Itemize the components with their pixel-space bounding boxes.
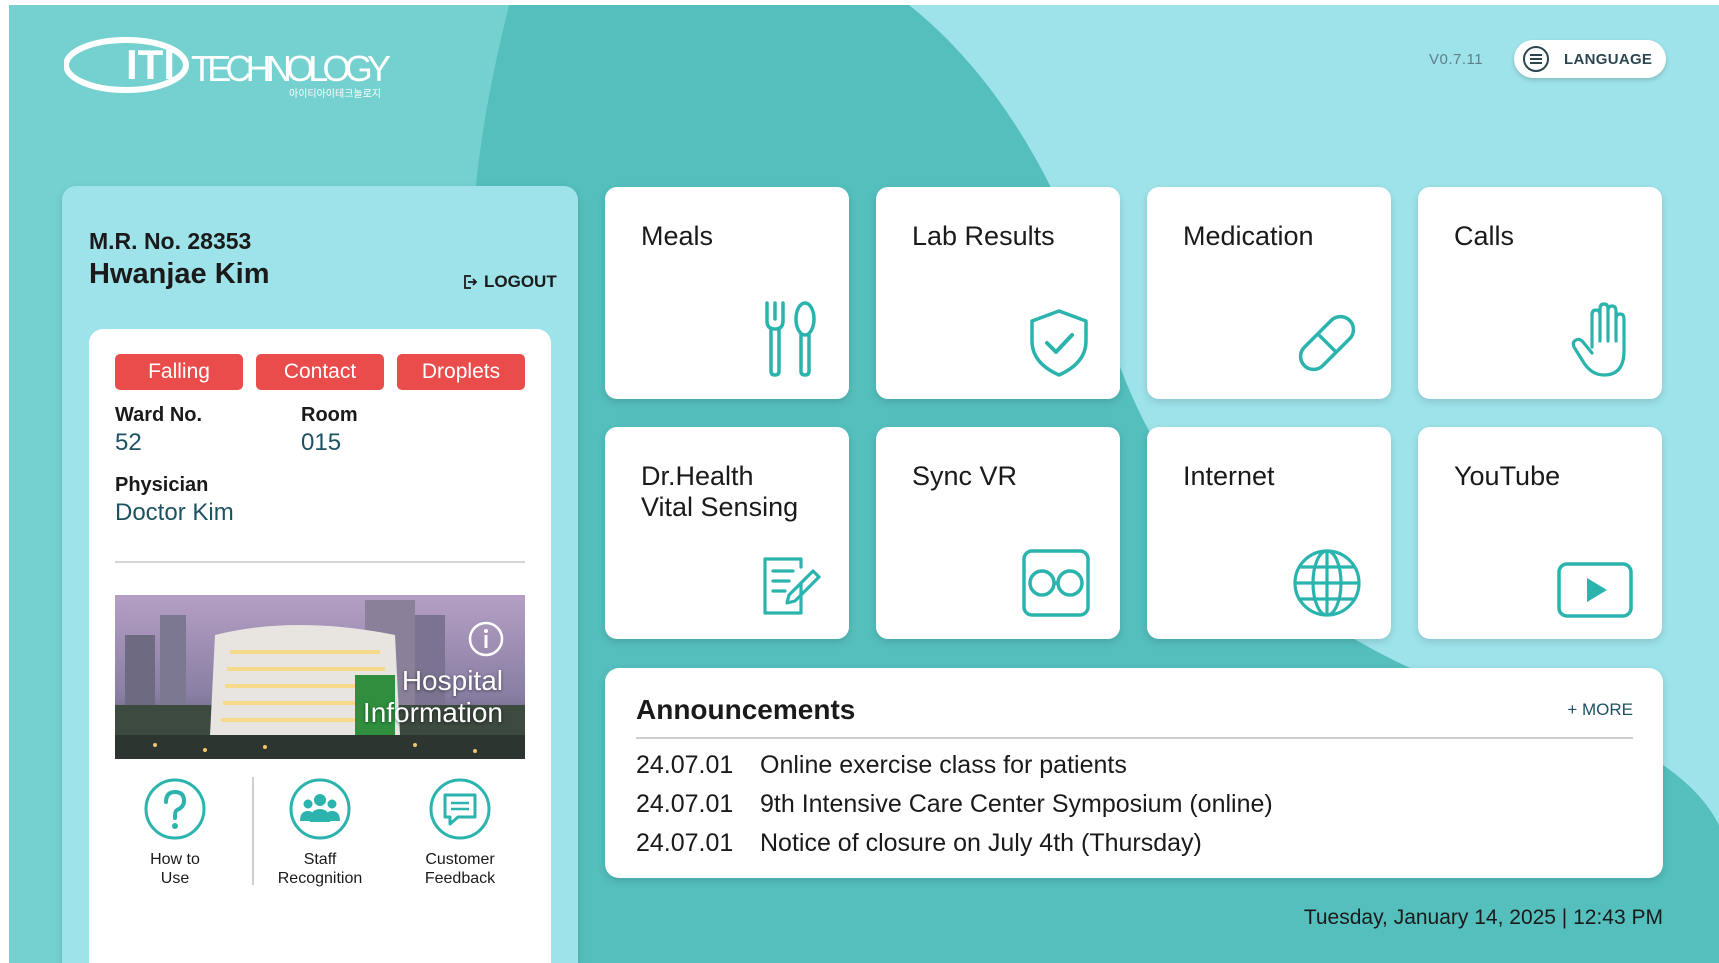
date-time-display: Tuesday, January 14, 2025 | 12:43 PM (1303, 906, 1663, 929)
physician-label: Physician (115, 474, 209, 496)
physician-value: Doctor Kim (115, 499, 234, 526)
divider (252, 777, 254, 885)
tile-label: Medication (1183, 221, 1314, 251)
fork-spoon-icon (765, 301, 816, 377)
tile-label: YouTube (1454, 461, 1561, 491)
patient-info-card: Falling Contact Droplets Ward No. 52 Roo… (89, 329, 551, 963)
tile-youtube[interactable]: YouTube (1418, 427, 1662, 639)
announcements-title: Announcements (636, 694, 856, 725)
tile-label: Internet (1183, 461, 1275, 491)
room-value: 015 (301, 429, 342, 456)
tile-medication[interactable]: Medication (1147, 187, 1391, 399)
how-to-use-label: How to Use (150, 851, 200, 887)
room-label: Room (301, 404, 358, 426)
note-pen-icon (763, 557, 821, 615)
tile-sync-vr[interactable]: Sync VR (876, 427, 1120, 639)
precaution-tags: Falling Contact Droplets (115, 354, 525, 390)
play-icon (1557, 562, 1633, 618)
divider (636, 737, 1633, 739)
vr-headset-icon (1022, 549, 1090, 617)
shield-check-icon (1030, 309, 1088, 377)
logout-icon (464, 275, 478, 289)
tile-meals[interactable]: Meals (605, 187, 849, 399)
tile-dr-health-vital-sensing[interactable]: Dr.Health Vital Sensing (605, 427, 849, 639)
patient-name: Hwanjae Kim (89, 258, 270, 290)
tile-label: Sync VR (912, 461, 1018, 491)
announcement-item[interactable]: 24.07.01 9th Intensive Care Center Sympo… (636, 790, 1273, 819)
tag-contact: Contact (256, 354, 384, 390)
globe-icon (1293, 549, 1361, 617)
ward-value: 52 (115, 429, 142, 456)
announcement-date: 24.07.01 (636, 751, 734, 779)
staff-recognition-button[interactable]: Staff Recognition (260, 777, 380, 888)
quick-links: How to Use Staff Recognition Customer Fe… (115, 777, 525, 887)
hospital-information-banner[interactable]: Hospital Information (115, 595, 525, 759)
ward-label: Ward No. (115, 404, 203, 426)
divider (115, 561, 525, 563)
announcements-panel: Announcements + MORE 24.07.01 Online exe… (605, 668, 1663, 878)
tile-label: Lab Results (912, 221, 1055, 251)
tile-internet[interactable]: Internet (1147, 427, 1391, 639)
language-label: LANGUAGE (1564, 50, 1653, 68)
tile-lab-results[interactable]: Lab Results (876, 187, 1120, 399)
medical-record-number: M.R. No. 28353 (89, 228, 252, 254)
logout-label: LOGOUT (484, 272, 557, 291)
info-icon (468, 621, 504, 657)
question-icon (144, 778, 206, 840)
announcement-text: 9th Intensive Care Center Symposium (onl… (760, 790, 1273, 818)
svg-text:ITI: ITI (126, 41, 175, 88)
tile-label: Calls (1454, 221, 1515, 251)
language-button[interactable]: LANGUAGE (1514, 40, 1666, 78)
pill-icon (1298, 314, 1356, 372)
iti-technology-logo: ITI TECHNOLOGY 아이티아이테크놀로지 (63, 33, 394, 108)
more-link[interactable]: + MORE (1567, 700, 1633, 720)
chat-icon (429, 778, 491, 840)
announcement-item[interactable]: 24.07.01 Notice of closure on July 4th (… (636, 829, 1202, 858)
announcement-text: Notice of closure on July 4th (Thursday) (760, 829, 1202, 857)
hand-icon (1571, 302, 1626, 377)
tag-falling: Falling (115, 354, 243, 390)
kiosk-screen: ITI TECHNOLOGY 아이티아이테크놀로지 V0.7.11 LANGUA… (9, 5, 1719, 963)
patient-panel: M.R. No. 28353 Hwanjae Kim LOGOUT Fallin… (62, 186, 578, 963)
tile-label: Dr.Health Vital Sensing (641, 461, 799, 522)
svg-text:TECHNOLOGY: TECHNOLOGY (191, 48, 391, 89)
announcement-text: Online exercise class for patients (760, 751, 1127, 779)
app-version: V0.7.11 (1429, 51, 1484, 68)
people-icon (289, 778, 351, 840)
how-to-use-button[interactable]: How to Use (115, 777, 235, 888)
staff-recognition-label: Staff Recognition (277, 851, 363, 887)
customer-feedback-label: Customer Feedback (424, 851, 496, 887)
tag-droplets: Droplets (397, 354, 525, 390)
svg-text:아이티아이테크놀로지: 아이티아이테크놀로지 (289, 88, 381, 100)
announcement-date: 24.07.01 (636, 829, 734, 857)
tile-label: Meals (641, 221, 714, 251)
menu-lines-icon (1523, 46, 1549, 72)
announcement-date: 24.07.01 (636, 790, 734, 818)
announcement-item[interactable]: 24.07.01 Online exercise class for patie… (636, 751, 1127, 780)
customer-feedback-button[interactable]: Customer Feedback (400, 777, 520, 888)
hospital-information-label: Hospital Information (362, 665, 503, 728)
logout-button[interactable]: LOGOUT (462, 272, 557, 292)
tile-calls[interactable]: Calls (1418, 187, 1662, 399)
